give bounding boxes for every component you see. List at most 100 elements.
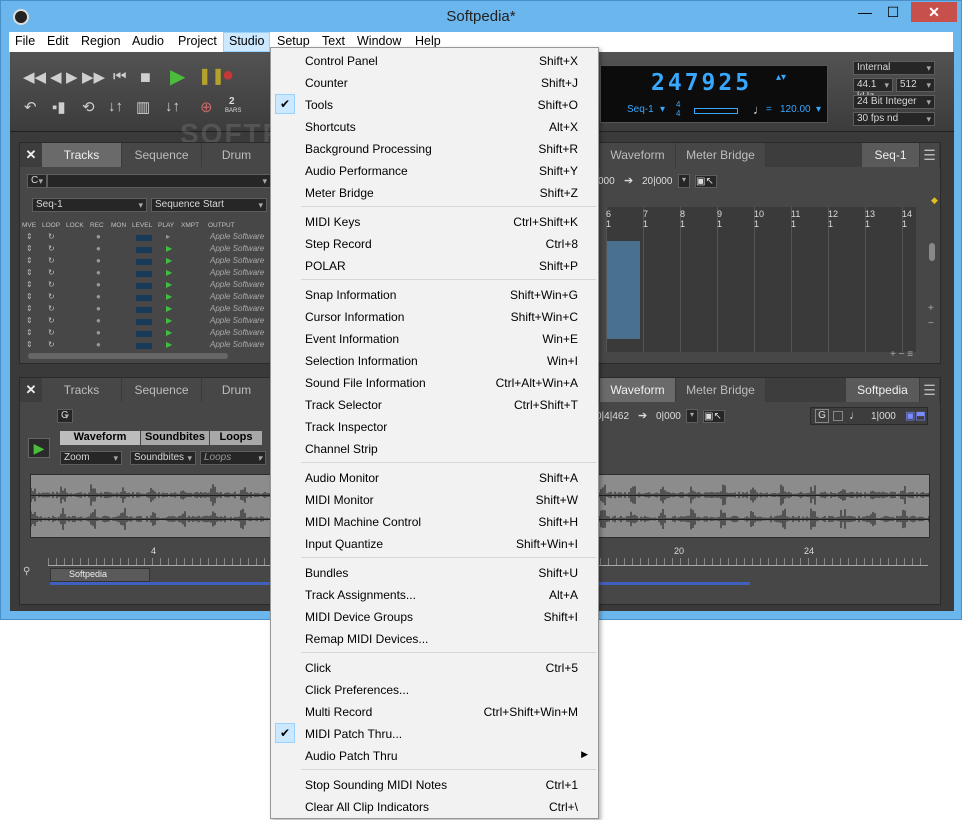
menu-item-multi-record[interactable]: Multi Record Ctrl+Shift+Win+M bbox=[271, 700, 598, 722]
counter-arrows-icon[interactable]: ▴▾ bbox=[776, 72, 786, 83]
rec-enable-icon[interactable]: ● bbox=[96, 316, 101, 325]
move-handle-icon[interactable]: ⇕ bbox=[26, 244, 33, 253]
edit-end-time[interactable]: 20|000 bbox=[642, 176, 672, 187]
menu-item-event-information[interactable]: Event Information Win+E bbox=[271, 327, 598, 349]
menu-item-midi-keys[interactable]: MIDI Keys Ctrl+Shift+K bbox=[271, 210, 598, 232]
horizontal-scrollbar[interactable] bbox=[28, 353, 228, 359]
minimize-button[interactable]: — bbox=[851, 2, 879, 22]
return-to-start-icon[interactable]: ⏮ bbox=[113, 68, 127, 85]
subtab-waveform[interactable]: Waveform bbox=[60, 431, 140, 445]
play-enable-icon[interactable]: ▶ bbox=[166, 256, 172, 265]
subtab-loops[interactable]: Loops bbox=[210, 431, 262, 445]
project-selector-tab[interactable]: Softpedia bbox=[846, 378, 920, 402]
table-row[interactable]: ⇕ ↻ ● ▸ Apple Software bbox=[22, 232, 272, 244]
menu-item-midi-device-groups[interactable]: MIDI Device Groups Shift+I bbox=[271, 605, 598, 627]
edit-start-time[interactable]: 000 bbox=[598, 176, 615, 187]
cursor-tool-icon[interactable]: ▣↖ bbox=[695, 175, 717, 188]
table-row[interactable]: ⇕ ↻ ● ▶ Apple Software bbox=[22, 244, 272, 256]
loop-icon[interactable]: ↻ bbox=[48, 340, 55, 349]
meter-icon[interactable]: ▥ bbox=[136, 98, 150, 116]
menu-item-midi-monitor[interactable]: MIDI Monitor Shift+W bbox=[271, 488, 598, 510]
tab-drum[interactable]: Drum bbox=[202, 143, 272, 167]
seq-selector-tab[interactable]: Seq-1 bbox=[862, 143, 920, 167]
menu-item-clear-all-clip-indicators[interactable]: Clear All Clip Indicators Ctrl+\ bbox=[271, 795, 598, 817]
table-row[interactable]: ⇕ ↻ ● ▶ Apple Software bbox=[22, 304, 272, 316]
loop-icon[interactable]: ↻ bbox=[48, 232, 55, 241]
menu-edit[interactable]: Edit bbox=[47, 34, 69, 48]
tab-tracks[interactable]: Tracks bbox=[42, 143, 122, 167]
menu-item-meter-bridge[interactable]: Meter Bridge Shift+Z bbox=[271, 181, 598, 203]
c-button-bottom[interactable]: C bbox=[57, 409, 73, 423]
rec-enable-icon[interactable]: ● bbox=[96, 340, 101, 349]
play-enable-icon[interactable]: ▶ bbox=[166, 268, 172, 277]
table-row[interactable]: ⇕ ↻ ● ▶ Apple Software bbox=[22, 280, 272, 292]
menu-item-audio-patch-thru[interactable]: Audio Patch Thru ▶ bbox=[271, 744, 598, 766]
menu-item-track-assignments[interactable]: Track Assignments... Alt+A bbox=[271, 583, 598, 605]
menu-project[interactable]: Project bbox=[178, 34, 217, 48]
menu-item-bundles[interactable]: Bundles Shift+U bbox=[271, 561, 598, 583]
soundbites-select[interactable]: Soundbites bbox=[130, 451, 196, 465]
menu-item-shortcuts[interactable]: Shortcuts Alt+X bbox=[271, 115, 598, 137]
move-handle-icon[interactable]: ⇕ bbox=[26, 340, 33, 349]
loop-icon[interactable]: ↻ bbox=[48, 268, 55, 277]
subtab-soundbites[interactable]: Soundbites bbox=[141, 431, 209, 445]
move-handle-icon[interactable]: ⇕ bbox=[26, 304, 33, 313]
close-button[interactable]: ✕ bbox=[911, 2, 957, 22]
undo-icon[interactable]: ↶ bbox=[24, 98, 37, 116]
play-enable-icon[interactable]: ▶ bbox=[166, 292, 172, 301]
timesig-top[interactable]: 4 bbox=[676, 100, 680, 109]
menu-item-channel-strip[interactable]: Channel Strip bbox=[271, 437, 598, 459]
rec-enable-icon[interactable]: ● bbox=[96, 268, 101, 277]
menu-item-control-panel[interactable]: Control Panel Shift+X bbox=[271, 49, 598, 71]
tab-meter-bridge-bottom[interactable]: Meter Bridge bbox=[676, 378, 766, 402]
menu-item-background-processing[interactable]: Background Processing Shift+R bbox=[271, 137, 598, 159]
click-icon[interactable]: ⊕ bbox=[200, 98, 213, 116]
selection-region[interactable] bbox=[606, 241, 640, 339]
menu-item-polar[interactable]: POLAR Shift+P bbox=[271, 254, 598, 276]
grid-toggle-button[interactable]: G bbox=[815, 409, 829, 423]
grid-snap-icon[interactable]: ▣⬒ bbox=[905, 409, 926, 422]
wave-cursor-tool-icon[interactable]: ▣↖ bbox=[703, 410, 725, 423]
tab-waveform-bottom[interactable]: Waveform bbox=[600, 378, 676, 402]
menu-item-audio-performance[interactable]: Audio Performance Shift+Y bbox=[271, 159, 598, 181]
move-handle-icon[interactable]: ⇕ bbox=[26, 268, 33, 277]
loop-icon[interactable]: ↻ bbox=[48, 328, 55, 337]
tempo-dropdown-icon[interactable]: ▾ bbox=[816, 104, 821, 115]
move-handle-icon[interactable]: ⇕ bbox=[26, 316, 33, 325]
stop-icon[interactable]: ■ bbox=[140, 67, 151, 88]
menu-item-tools[interactable]: ✔ Tools Shift+O bbox=[271, 93, 598, 115]
rec-enable-icon[interactable]: ● bbox=[96, 256, 101, 265]
auto-rewind-icon[interactable]: ↓↑ bbox=[108, 98, 123, 115]
output-label[interactable]: Apple Software bbox=[210, 280, 264, 289]
play-enable-icon[interactable]: ▶ bbox=[166, 244, 172, 253]
menu-item-selection-information[interactable]: Selection Information Win+I bbox=[271, 349, 598, 371]
audition-play-icon[interactable]: ▶ bbox=[28, 438, 50, 458]
menu-item-click[interactable]: Click Ctrl+5 bbox=[271, 656, 598, 678]
step-back-icon[interactable]: ◀ bbox=[50, 68, 62, 86]
wave-end-dropdown-icon[interactable]: ▾ bbox=[686, 409, 698, 423]
punch-icon[interactable]: ▪▮ bbox=[52, 98, 66, 116]
close-panel-icon[interactable]: ✕ bbox=[20, 143, 42, 167]
menu-window[interactable]: Window bbox=[357, 34, 401, 48]
search-icon[interactable]: ⚲ bbox=[23, 566, 30, 577]
output-label[interactable]: Apple Software bbox=[210, 316, 264, 325]
h-zoom-controls-icon[interactable]: + − ≡ bbox=[890, 349, 913, 360]
sequence-dropdown-icon[interactable]: ▾ bbox=[660, 104, 665, 115]
grid-value[interactable]: 1|000 bbox=[871, 411, 896, 422]
menu-item-input-quantize[interactable]: Input Quantize Shift+Win+I bbox=[271, 532, 598, 554]
soundbite-clip[interactable]: Softpedia bbox=[50, 568, 150, 582]
close-waveform-panel-icon[interactable]: ✕ bbox=[20, 378, 42, 402]
counter-value[interactable]: 247925 bbox=[651, 70, 752, 96]
table-row[interactable]: ⇕ ↻ ● ▶ Apple Software bbox=[22, 268, 272, 280]
position-slider[interactable] bbox=[694, 108, 738, 114]
move-handle-icon[interactable]: ⇕ bbox=[26, 328, 33, 337]
tempo-value[interactable]: 120.00 bbox=[780, 104, 811, 115]
tab-sequence[interactable]: Sequence bbox=[122, 143, 202, 167]
frame-rate-select[interactable]: 30 fps nd bbox=[853, 112, 935, 126]
zoom-in-icon[interactable]: + bbox=[928, 303, 934, 314]
output-label[interactable]: Apple Software bbox=[210, 292, 264, 301]
move-handle-icon[interactable]: ⇕ bbox=[26, 232, 33, 241]
rec-enable-icon[interactable]: ● bbox=[96, 292, 101, 301]
menu-item-click-preferences[interactable]: Click Preferences... bbox=[271, 678, 598, 700]
menu-text[interactable]: Text bbox=[322, 34, 345, 48]
